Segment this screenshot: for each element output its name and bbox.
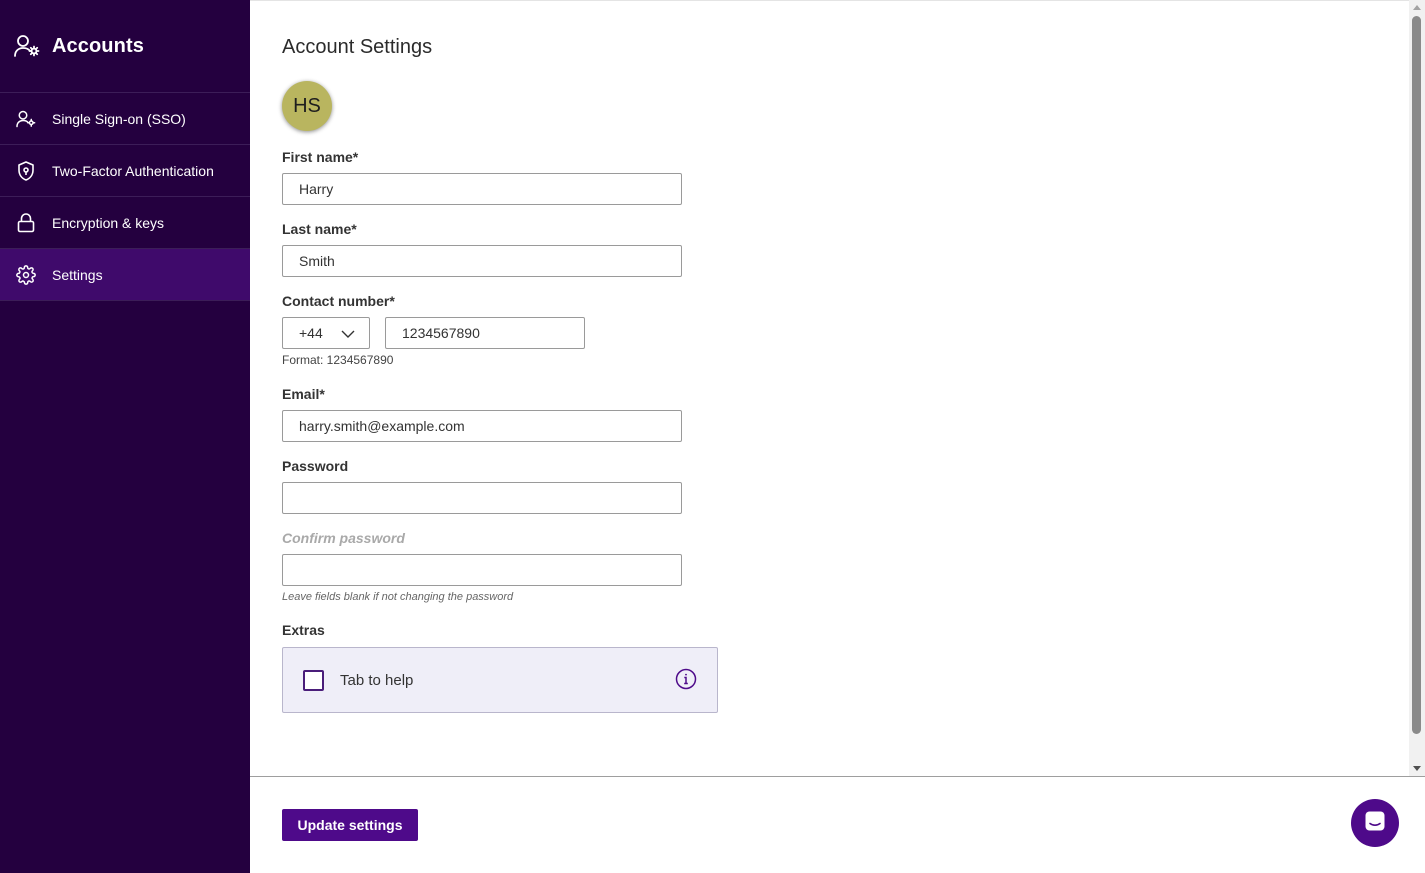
contact-number-row: +44 1234567890 [282, 317, 1409, 349]
scroll-up-arrow-icon[interactable] [1413, 5, 1421, 10]
update-settings-button[interactable]: Update settings [282, 809, 418, 841]
country-code-value: +44 [299, 325, 323, 341]
tab-to-help-checkbox[interactable] [303, 669, 324, 691]
sidebar-item-label: Settings [52, 266, 103, 283]
sidebar-item-two-factor[interactable]: Two-Factor Authentication [0, 145, 250, 197]
tab-to-help-label[interactable]: Tab to help [340, 672, 413, 689]
chevron-down-icon [341, 325, 355, 341]
main-content: Account Settings HS First name* Harry La… [250, 0, 1409, 776]
sidebar: Accounts Single Sign-on (SSO) Two-Factor… [0, 0, 250, 873]
user-gear-icon [14, 33, 40, 59]
sidebar-item-sso[interactable]: Single Sign-on (SSO) [0, 93, 250, 145]
first-name-label: First name* [282, 149, 359, 165]
confirm-password-label: Confirm password [282, 530, 405, 546]
password-helper: Leave fields blank if not changing the p… [282, 591, 514, 603]
sidebar-header: Accounts [0, 0, 250, 93]
email-label: Email* [282, 386, 325, 402]
confirm-password-input[interactable] [282, 554, 682, 586]
email-input[interactable]: harry.smith@example.com [282, 410, 682, 442]
sidebar-item-label: Single Sign-on (SSO) [52, 110, 186, 127]
sidebar-title: Accounts [52, 34, 144, 57]
user-gear-icon [16, 109, 36, 129]
sidebar-item-label: Two-Factor Authentication [52, 162, 214, 179]
scroll-down-arrow-icon[interactable] [1413, 766, 1421, 771]
sidebar-item-label: Encryption & keys [52, 214, 165, 231]
last-name-label: Last name* [282, 221, 357, 237]
sidebar-item-settings[interactable]: Settings [0, 249, 250, 301]
gear-icon [16, 264, 36, 285]
chat-launcher-button[interactable] [1351, 799, 1399, 847]
password-label: Password [282, 458, 349, 474]
lock-icon [16, 212, 36, 233]
info-icon[interactable] [675, 668, 697, 690]
shield-icon [16, 160, 36, 181]
extras-box: Tab to help [282, 647, 718, 713]
chat-icon [1363, 809, 1387, 838]
extras-label: Extras [282, 622, 325, 638]
contact-number-label: Contact number* [282, 293, 395, 309]
contact-number-helper: Format: 1234567890 [282, 353, 394, 367]
password-input[interactable] [282, 482, 682, 514]
footer: Update settings [250, 776, 1425, 873]
avatar: HS [282, 81, 332, 131]
country-code-select[interactable]: +44 [282, 317, 370, 349]
last-name-input[interactable]: Smith [282, 245, 682, 277]
page-title: Account Settings [282, 36, 433, 58]
main-scrollbar[interactable] [1409, 0, 1425, 776]
first-name-input[interactable]: Harry [282, 173, 682, 205]
contact-number-input[interactable]: 1234567890 [385, 317, 585, 349]
sidebar-item-encryption[interactable]: Encryption & keys [0, 197, 250, 249]
scroll-thumb[interactable] [1412, 16, 1421, 734]
